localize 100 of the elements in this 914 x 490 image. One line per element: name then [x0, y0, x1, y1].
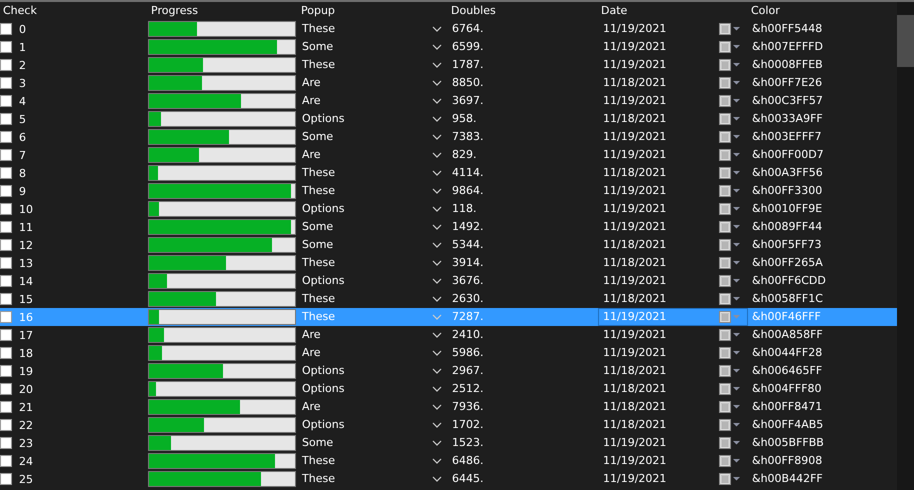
calendar-icon[interactable] — [719, 167, 741, 179]
checkbox[interactable] — [0, 221, 12, 233]
checkbox[interactable] — [0, 95, 12, 107]
column-header[interactable]: Doubles — [448, 3, 598, 19]
chevron-down-icon[interactable] — [432, 350, 442, 356]
table-row[interactable]: 9 These 9864. 11/19/2021 &h00FF3300 — [0, 182, 897, 200]
calendar-icon[interactable] — [719, 347, 741, 359]
chevron-down-icon[interactable] — [432, 476, 442, 482]
table-row[interactable]: 15 These 2630. 11/18/2021 &h0058FF1C — [0, 290, 897, 308]
chevron-down-icon[interactable] — [432, 440, 442, 446]
checkbox[interactable] — [0, 437, 12, 449]
calendar-icon[interactable] — [719, 113, 741, 125]
table-row[interactable]: 6 Some 7383. 11/19/2021 &h003EFFF7 — [0, 128, 897, 146]
calendar-icon[interactable] — [719, 59, 741, 71]
chevron-down-icon[interactable] — [432, 152, 442, 158]
checkbox[interactable] — [0, 401, 12, 413]
table-row[interactable]: 10 Options 118. 11/19/2021 &h0010FF9E — [0, 200, 897, 218]
chevron-down-icon[interactable] — [432, 404, 442, 410]
checkbox[interactable] — [0, 131, 12, 143]
checkbox[interactable] — [0, 311, 12, 323]
column-header[interactable]: Progress — [148, 3, 298, 19]
checkbox[interactable] — [0, 347, 12, 359]
calendar-icon[interactable] — [719, 257, 741, 269]
checkbox[interactable] — [0, 23, 12, 35]
calendar-icon[interactable] — [719, 23, 741, 35]
table-row[interactable]: 25 These 6445. 11/19/2021 &h00B442FF — [0, 470, 897, 488]
column-header[interactable]: Color — [748, 3, 897, 19]
chevron-down-icon[interactable] — [432, 242, 442, 248]
calendar-icon[interactable] — [719, 275, 741, 287]
calendar-icon[interactable] — [719, 185, 741, 197]
checkbox[interactable] — [0, 365, 12, 377]
checkbox[interactable] — [0, 473, 12, 485]
table-row[interactable]: 0 These 6764. 11/19/2021 &h00FF5448 — [0, 20, 897, 38]
checkbox[interactable] — [0, 257, 12, 269]
column-header[interactable]: Check — [0, 3, 148, 19]
table-row[interactable]: 2 These 1787. 11/19/2021 &h0008FFEB — [0, 56, 897, 74]
chevron-down-icon[interactable] — [432, 134, 442, 140]
calendar-icon[interactable] — [719, 437, 741, 449]
chevron-down-icon[interactable] — [432, 80, 442, 86]
calendar-icon[interactable] — [719, 203, 741, 215]
table-row[interactable]: 13 These 3914. 11/18/2021 &h00FF265A — [0, 254, 897, 272]
calendar-icon[interactable] — [719, 239, 741, 251]
chevron-down-icon[interactable] — [432, 422, 442, 428]
calendar-icon[interactable] — [719, 77, 741, 89]
table-row[interactable]: 21 Are 7936. 11/18/2021 &h00FF8471 — [0, 398, 897, 416]
checkbox[interactable] — [0, 77, 12, 89]
chevron-down-icon[interactable] — [432, 98, 442, 104]
checkbox[interactable] — [0, 383, 12, 395]
table-row[interactable]: 23 Some 1523. 11/19/2021 &h005BFFBB — [0, 434, 897, 452]
calendar-icon[interactable] — [719, 419, 741, 431]
checkbox[interactable] — [0, 185, 12, 197]
checkbox[interactable] — [0, 419, 12, 431]
chevron-down-icon[interactable] — [432, 170, 442, 176]
table-row[interactable]: 5 Options 958. 11/18/2021 &h0033A9FF — [0, 110, 897, 128]
chevron-down-icon[interactable] — [432, 116, 442, 122]
calendar-icon[interactable] — [719, 41, 741, 53]
chevron-down-icon[interactable] — [432, 386, 442, 392]
chevron-down-icon[interactable] — [432, 278, 442, 284]
chevron-down-icon[interactable] — [432, 224, 442, 230]
table-row[interactable]: 22 Options 1702. 11/18/2021 &h00FF4AB5 — [0, 416, 897, 434]
scrollbar-thumb[interactable] — [897, 15, 914, 67]
checkbox[interactable] — [0, 41, 12, 53]
table-row[interactable]: 4 Are 3697. 11/19/2021 &h00C3FF57 — [0, 92, 897, 110]
checkbox[interactable] — [0, 149, 12, 161]
column-header[interactable]: Date — [598, 3, 748, 19]
checkbox[interactable] — [0, 455, 12, 467]
table-row[interactable]: 3 Are 8850. 11/18/2021 &h00FF7E26 — [0, 74, 897, 92]
table-row[interactable]: 20 Options 2512. 11/18/2021 &h004FFF80 — [0, 380, 897, 398]
table-row[interactable]: 17 Are 2410. 11/19/2021 &h00A858FF — [0, 326, 897, 344]
chevron-down-icon[interactable] — [432, 188, 442, 194]
chevron-down-icon[interactable] — [432, 206, 442, 212]
table-row[interactable]: 11 Some 1492. 11/19/2021 &h0089FF44 — [0, 218, 897, 236]
chevron-down-icon[interactable] — [432, 332, 442, 338]
calendar-icon[interactable] — [719, 455, 741, 467]
table-row[interactable]: 24 These 6486. 11/19/2021 &h00FF8908 — [0, 452, 897, 470]
checkbox[interactable] — [0, 293, 12, 305]
calendar-icon[interactable] — [719, 383, 741, 395]
calendar-icon[interactable] — [719, 329, 741, 341]
table-row[interactable]: 1 Some 6599. 11/19/2021 &h007EFFFD — [0, 38, 897, 56]
chevron-down-icon[interactable] — [432, 458, 442, 464]
table-row[interactable]: 18 Are 5986. 11/19/2021 &h0044FF28 — [0, 344, 897, 362]
checkbox[interactable] — [0, 113, 12, 125]
table-row[interactable]: 19 Options 2967. 11/18/2021 &h006465FF — [0, 362, 897, 380]
checkbox[interactable] — [0, 239, 12, 251]
calendar-icon[interactable] — [719, 95, 741, 107]
calendar-icon[interactable] — [719, 293, 741, 305]
calendar-icon[interactable] — [719, 149, 741, 161]
checkbox[interactable] — [0, 59, 12, 71]
table-row[interactable]: 8 These 4114. 11/18/2021 &h00A3FF56 — [0, 164, 897, 182]
chevron-down-icon[interactable] — [432, 368, 442, 374]
chevron-down-icon[interactable] — [432, 260, 442, 266]
chevron-down-icon[interactable] — [432, 26, 442, 32]
column-header[interactable]: Popup — [298, 3, 448, 19]
chevron-down-icon[interactable] — [432, 296, 442, 302]
table-row[interactable]: 12 Some 5344. 11/18/2021 &h00F5FF73 — [0, 236, 897, 254]
checkbox[interactable] — [0, 275, 12, 287]
table-row[interactable]: 14 Options 3676. 11/19/2021 &h00FF6CDD — [0, 272, 897, 290]
checkbox[interactable] — [0, 203, 12, 215]
calendar-icon[interactable] — [719, 221, 741, 233]
checkbox[interactable] — [0, 329, 12, 341]
